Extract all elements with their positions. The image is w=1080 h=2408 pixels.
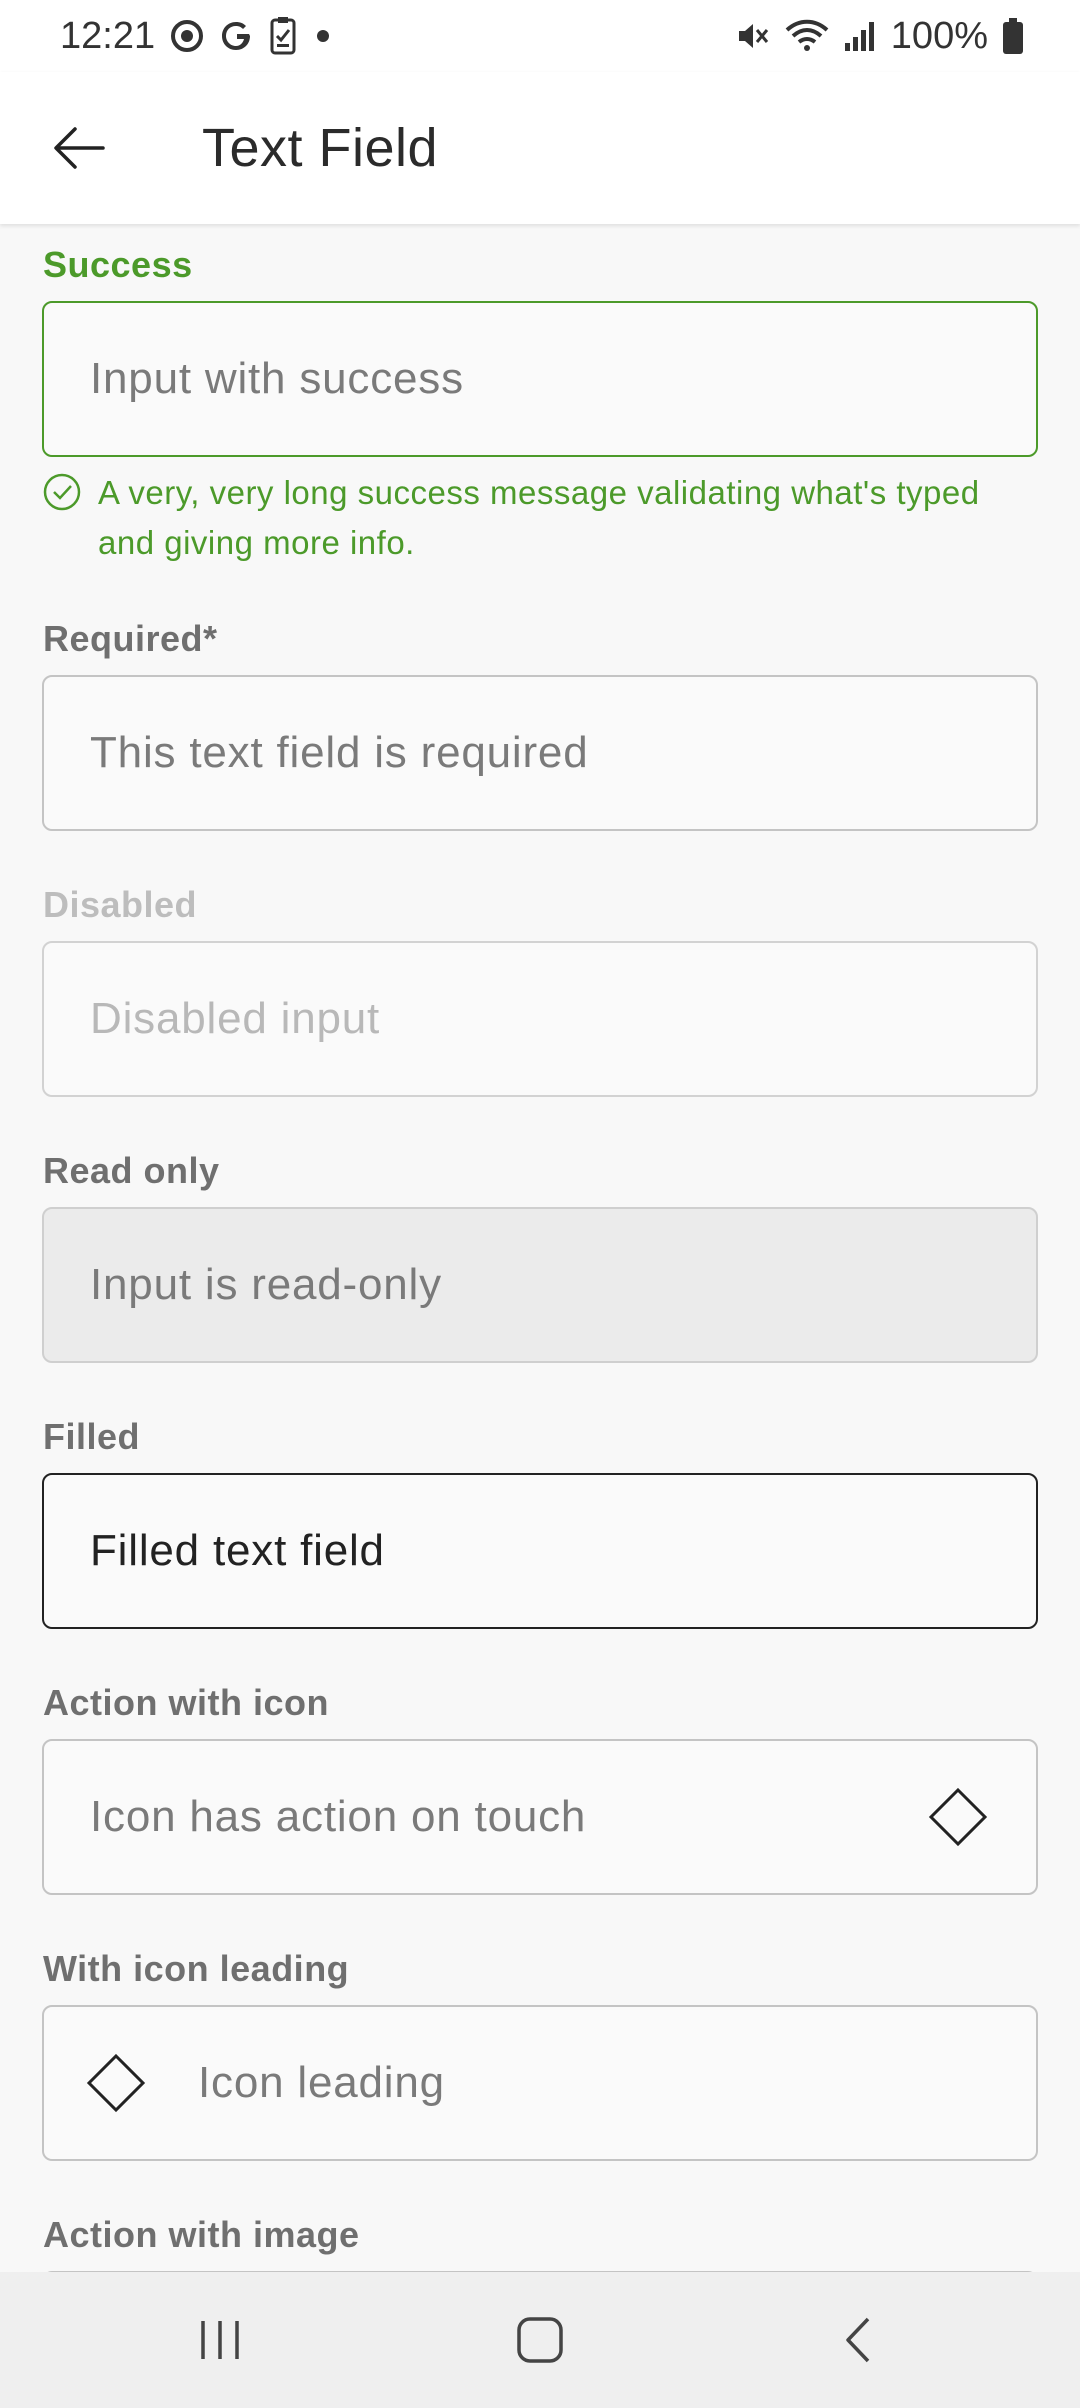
home-icon bbox=[517, 2317, 563, 2363]
google-icon bbox=[219, 18, 255, 54]
success-label: Success bbox=[43, 244, 193, 285]
nav-back-button[interactable] bbox=[800, 2290, 920, 2390]
battery-percent: 100% bbox=[890, 14, 988, 57]
status-time: 12:21 bbox=[60, 14, 156, 57]
app-bar: Text Field bbox=[0, 72, 1080, 224]
diamond-icon bbox=[86, 2053, 146, 2113]
target-icon bbox=[169, 18, 205, 54]
required-label: Required* bbox=[43, 618, 218, 659]
navigation-bar bbox=[0, 2272, 1080, 2408]
filled-label: Filled bbox=[43, 1416, 141, 1457]
success-input-placeholder: Input with success bbox=[90, 354, 464, 403]
diamond-icon[interactable] bbox=[928, 1787, 988, 1847]
required-input-placeholder: This text field is required bbox=[90, 728, 589, 777]
battery-icon bbox=[1002, 17, 1024, 55]
action-icon-label: Action with icon bbox=[43, 1682, 329, 1723]
action-image-label: Action with image bbox=[43, 2214, 360, 2255]
status-left: 12:21 bbox=[60, 15, 335, 58]
read-only-value: Input is read-only bbox=[90, 1260, 442, 1309]
disabled-input-placeholder: Disabled input bbox=[90, 994, 381, 1043]
read-only-label: Read only bbox=[43, 1150, 220, 1191]
status-right: 100% bbox=[735, 15, 1024, 58]
disabled-label: Disabled bbox=[43, 884, 198, 925]
mute-icon bbox=[735, 18, 771, 54]
check-circle-icon bbox=[43, 473, 81, 511]
required-input[interactable]: This text field is required bbox=[42, 675, 1038, 831]
dot-icon bbox=[311, 24, 335, 48]
action-icon-placeholder: Icon has action on touch bbox=[90, 1792, 587, 1841]
success-input[interactable]: Input with success bbox=[42, 301, 1038, 457]
success-helper: A very, very long success message valida… bbox=[42, 468, 1042, 568]
arrow-back-icon bbox=[54, 127, 105, 169]
filled-input[interactable]: Filled text field bbox=[42, 1473, 1038, 1629]
leading-icon-input[interactable]: Icon leading bbox=[42, 2005, 1038, 2161]
read-only-input[interactable]: Input is read-only bbox=[42, 1207, 1038, 1363]
status-bar: 12:21 100% bbox=[0, 0, 1080, 72]
recent-apps-icon bbox=[201, 2321, 239, 2359]
leading-icon-label: With icon leading bbox=[43, 1948, 350, 1989]
screen: 12:21 100% Text Field Success Input with… bbox=[0, 0, 1080, 2408]
home-button[interactable] bbox=[480, 2290, 600, 2390]
disabled-input: Disabled input bbox=[42, 941, 1038, 1097]
leading-icon-placeholder: Icon leading bbox=[198, 2058, 445, 2107]
signal-icon bbox=[843, 19, 877, 53]
wifi-icon bbox=[785, 18, 829, 54]
success-helper-text: A very, very long success message valida… bbox=[98, 474, 980, 561]
recent-apps-button[interactable] bbox=[160, 2290, 280, 2390]
back-icon bbox=[846, 2317, 870, 2363]
action-icon-input[interactable]: Icon has action on touch bbox=[42, 1739, 1038, 1895]
back-button[interactable] bbox=[24, 93, 134, 203]
page-title: Text Field bbox=[202, 118, 439, 178]
filled-input-value: Filled text field bbox=[90, 1526, 385, 1575]
clipboard-icon bbox=[269, 16, 297, 56]
content-scroll[interactable]: Success Input with success A very, very … bbox=[0, 226, 1080, 2272]
